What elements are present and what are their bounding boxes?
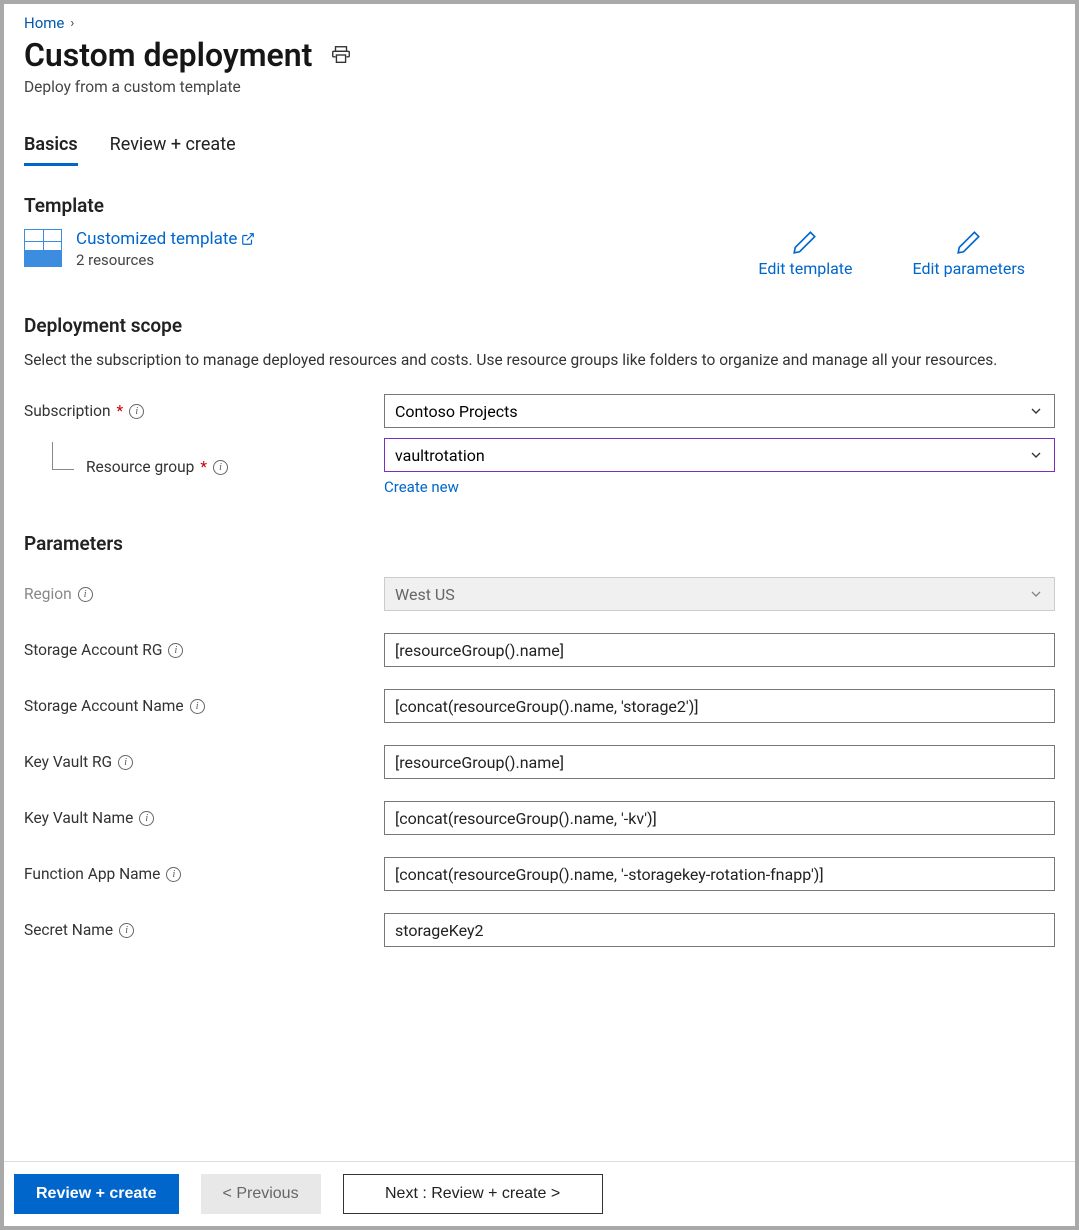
function-app-name-input[interactable] (384, 857, 1055, 891)
page-subtitle: Deploy from a custom template (24, 78, 1055, 96)
edit-parameters-button[interactable]: Edit parameters (913, 229, 1025, 278)
chevron-right-icon: › (70, 16, 74, 31)
page: Home › Custom deployment Deploy from a c… (4, 4, 1075, 1226)
page-title: Custom deployment (24, 36, 312, 74)
previous-button[interactable]: < Previous (201, 1174, 321, 1214)
region-row: Region i West US (24, 577, 1055, 611)
pencil-icon (956, 229, 982, 255)
scope-description: Select the subscription to manage deploy… (24, 349, 1055, 372)
template-row: Customized template 2 resources Edit tem… (24, 229, 1055, 278)
storage-account-rg-label: Storage Account RG (24, 641, 162, 659)
storage-account-name-label-col: Storage Account Name i (24, 697, 384, 715)
parameters-section-title: Parameters (24, 532, 1055, 555)
region-select: West US (384, 577, 1055, 611)
subscription-label: Subscription (24, 402, 111, 420)
tab-review[interactable]: Review + create (110, 134, 236, 166)
key-vault-rg-label-col: Key Vault RG i (24, 753, 384, 771)
key-vault-name-label: Key Vault Name (24, 809, 133, 827)
content-area: Home › Custom deployment Deploy from a c… (4, 4, 1075, 1161)
subscription-field: Contoso Projects (384, 394, 1055, 428)
storage-account-rg-row: Storage Account RG i (24, 633, 1055, 667)
chevron-down-icon (1028, 447, 1044, 463)
secret-name-input[interactable] (384, 913, 1055, 947)
region-value: West US (395, 585, 455, 604)
storage-account-rg-input[interactable] (384, 633, 1055, 667)
region-label-col: Region i (24, 585, 384, 603)
info-icon[interactable]: i (118, 755, 133, 770)
resource-group-label: Resource group (86, 458, 194, 476)
storage-account-rg-label-col: Storage Account RG i (24, 641, 384, 659)
resource-group-field: vaultrotation Create new (384, 438, 1055, 496)
info-icon[interactable]: i (213, 460, 228, 475)
key-vault-name-row: Key Vault Name i (24, 801, 1055, 835)
tab-bar: Basics Review + create (24, 134, 1055, 166)
footer: Review + create < Previous Next : Review… (4, 1161, 1075, 1226)
resource-group-label-col: Resource group * i (24, 458, 384, 476)
info-icon[interactable]: i (190, 699, 205, 714)
customized-template-label: Customized template (76, 229, 237, 249)
template-icon (24, 229, 62, 267)
resource-group-select[interactable]: vaultrotation (384, 438, 1055, 472)
external-link-icon (241, 232, 255, 246)
template-summary: Customized template 2 resources (24, 229, 255, 269)
info-icon[interactable]: i (139, 811, 154, 826)
key-vault-rg-input[interactable] (384, 745, 1055, 779)
tree-connector-icon (52, 442, 74, 470)
breadcrumb-home-link[interactable]: Home (24, 14, 64, 32)
tab-basics[interactable]: Basics (24, 134, 78, 166)
storage-account-name-row: Storage Account Name i (24, 689, 1055, 723)
key-vault-name-input[interactable] (384, 801, 1055, 835)
template-text-block: Customized template 2 resources (76, 229, 255, 269)
info-icon[interactable]: i (78, 587, 93, 602)
scope-section-title: Deployment scope (24, 314, 1055, 337)
template-edit-actions: Edit template Edit parameters (758, 229, 1055, 278)
function-app-name-label: Function App Name (24, 865, 160, 883)
chevron-down-icon (1028, 586, 1044, 602)
subscription-row: Subscription * i Contoso Projects (24, 394, 1055, 428)
review-create-button[interactable]: Review + create (14, 1174, 179, 1214)
customized-template-link[interactable]: Customized template (76, 229, 255, 249)
storage-account-name-label: Storage Account Name (24, 697, 184, 715)
breadcrumb: Home › (24, 14, 1055, 32)
required-asterisk: * (117, 402, 124, 420)
template-section-title: Template (24, 194, 1055, 217)
edit-template-label: Edit template (758, 259, 852, 278)
subscription-value: Contoso Projects (395, 402, 518, 421)
secret-name-label-col: Secret Name i (24, 921, 384, 939)
resource-group-row: Resource group * i vaultrotation Create … (24, 438, 1055, 496)
resource-group-value: vaultrotation (395, 446, 485, 465)
create-new-link[interactable]: Create new (384, 478, 459, 496)
region-label: Region (24, 585, 72, 603)
storage-account-name-input[interactable] (384, 689, 1055, 723)
info-icon[interactable]: i (119, 923, 134, 938)
info-icon[interactable]: i (129, 404, 144, 419)
key-vault-name-label-col: Key Vault Name i (24, 809, 384, 827)
page-header: Custom deployment (24, 36, 1055, 74)
subscription-select[interactable]: Contoso Projects (384, 394, 1055, 428)
key-vault-rg-label: Key Vault RG (24, 753, 112, 771)
template-resource-count: 2 resources (76, 251, 255, 269)
key-vault-rg-row: Key Vault RG i (24, 745, 1055, 779)
edit-template-button[interactable]: Edit template (758, 229, 852, 278)
pencil-icon (792, 229, 818, 255)
print-icon[interactable] (330, 44, 352, 66)
secret-name-row: Secret Name i (24, 913, 1055, 947)
edit-parameters-label: Edit parameters (913, 259, 1025, 278)
chevron-down-icon (1028, 403, 1044, 419)
next-button[interactable]: Next : Review + create > (343, 1174, 603, 1214)
secret-name-label: Secret Name (24, 921, 113, 939)
subscription-label-col: Subscription * i (24, 402, 384, 420)
required-asterisk: * (200, 458, 207, 476)
function-app-name-label-col: Function App Name i (24, 865, 384, 883)
function-app-name-row: Function App Name i (24, 857, 1055, 891)
info-icon[interactable]: i (168, 643, 183, 658)
info-icon[interactable]: i (166, 867, 181, 882)
